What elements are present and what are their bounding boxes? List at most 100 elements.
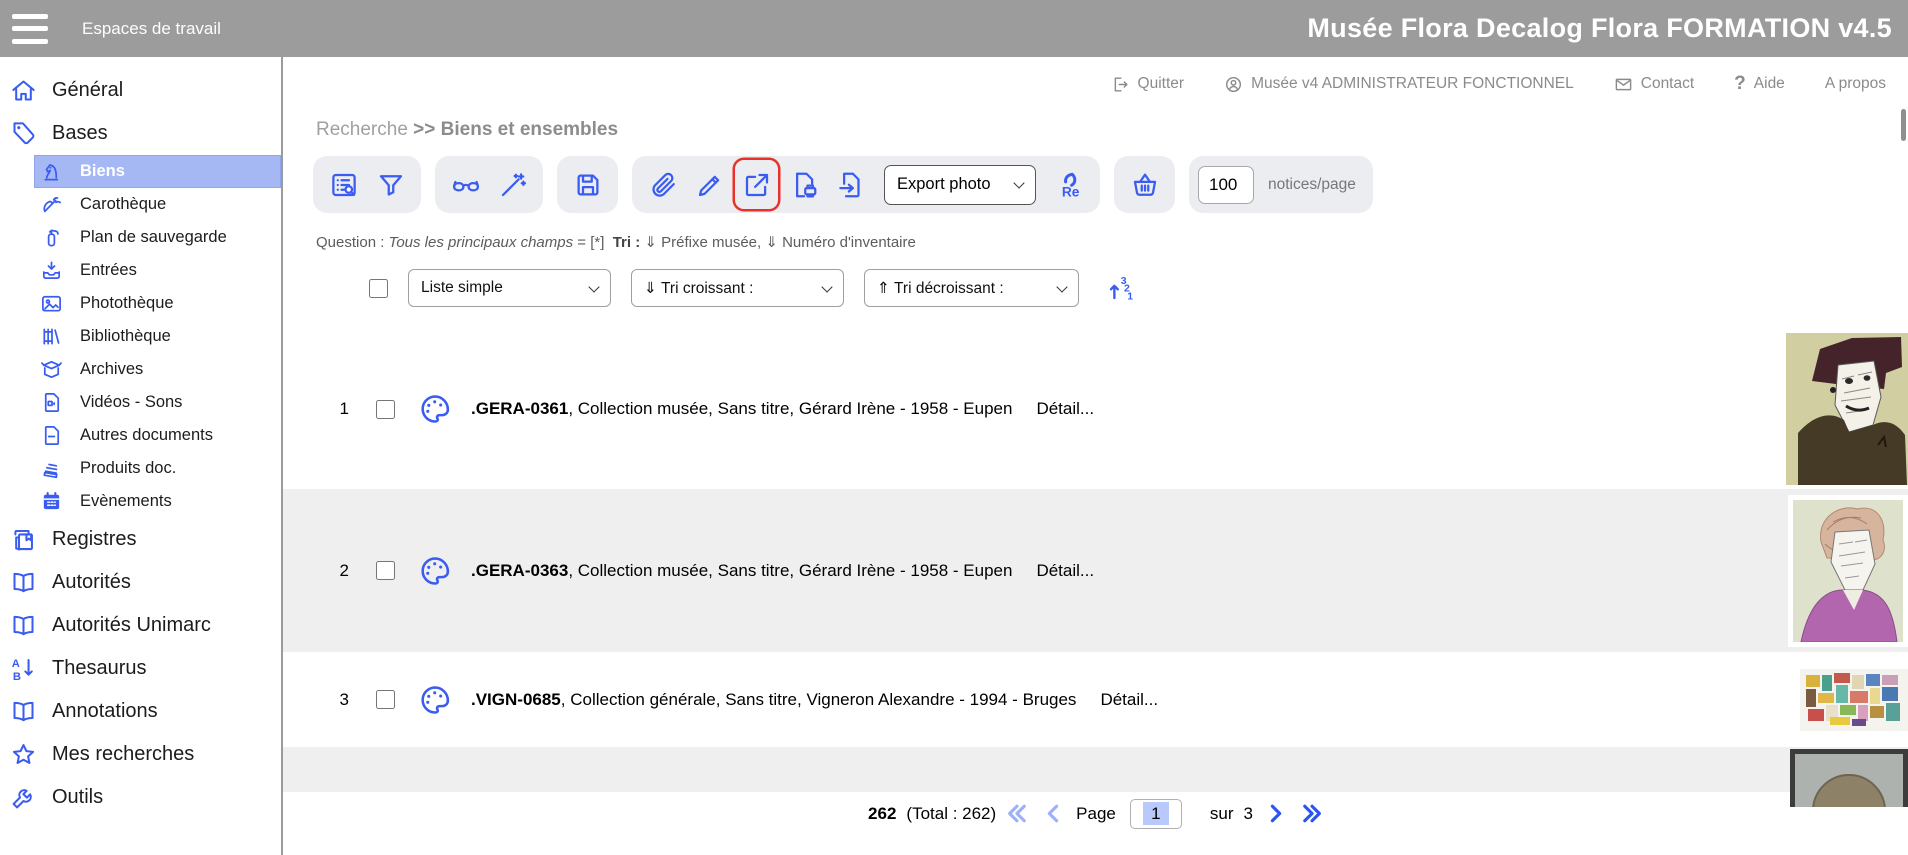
next-page-button[interactable]	[1263, 801, 1288, 826]
result-thumbnail[interactable]	[1790, 749, 1908, 807]
detail-link[interactable]: Détail...	[1036, 399, 1094, 419]
row-checkbox[interactable]	[376, 561, 395, 580]
print-file-button[interactable]	[782, 160, 825, 209]
result-thumbnail[interactable]	[1786, 333, 1908, 485]
query-expression: Tous les principaux champs	[389, 234, 574, 251]
palette-icon[interactable]	[418, 392, 452, 426]
row-number: 2	[333, 561, 349, 581]
wrench-icon	[10, 784, 37, 811]
row-checkbox[interactable]	[376, 690, 395, 709]
select-all-checkbox[interactable]	[369, 279, 388, 298]
last-page-button[interactable]	[1298, 801, 1323, 826]
sidebar-item-entrees[interactable]: Entrées	[0, 254, 281, 287]
notices-per-page-input[interactable]: 100	[1198, 166, 1254, 204]
filter-button[interactable]	[369, 160, 412, 209]
sidebar-item-outils[interactable]: Outils	[0, 776, 281, 819]
svg-text:A: A	[12, 658, 20, 670]
library-icon	[40, 325, 63, 348]
list-search-button[interactable]	[322, 160, 365, 209]
wizard-button[interactable]	[491, 160, 534, 209]
breadcrumb-page: Biens et ensembles	[441, 119, 618, 140]
filter-row: Liste simple ⇓ Tri croissant : ⇑ Tri déc…	[369, 269, 1908, 307]
quit-label: Quitter	[1138, 75, 1185, 93]
detail-link[interactable]: Détail...	[1100, 690, 1158, 710]
about-link[interactable]: A propos	[1825, 75, 1886, 93]
first-page-button[interactable]	[1006, 801, 1031, 826]
view-button[interactable]	[444, 160, 487, 209]
result-thumbnail[interactable]	[1800, 669, 1908, 731]
renumber-button[interactable]: Re	[1048, 160, 1091, 209]
sidebar-item-autres-documents[interactable]: Autres documents	[0, 419, 281, 452]
sidebar-item-plan-de-sauvegarde[interactable]: Plan de sauvegarde	[0, 221, 281, 254]
sort-numeric-button[interactable]: 3 2 1	[1105, 271, 1135, 305]
sidebar-item-autorites[interactable]: Autorités	[0, 561, 281, 604]
re-brush-icon: Re	[1055, 170, 1085, 200]
result-count: 262	[868, 804, 896, 824]
quit-link[interactable]: Quitter	[1111, 75, 1185, 94]
basket-button[interactable]	[1123, 160, 1166, 209]
page-input[interactable]: 1	[1130, 799, 1182, 829]
workspaces-label[interactable]: Espaces de travail	[82, 19, 221, 39]
attach-button[interactable]	[641, 160, 684, 209]
sidebar-item-label: Général	[52, 79, 123, 102]
sidebar-item-registres[interactable]: Registres	[0, 518, 281, 561]
sort-desc-select[interactable]: ⇑ Tri décroissant :	[864, 269, 1079, 307]
list-search-icon	[329, 170, 359, 200]
sidebar-item-evenements[interactable]: Evènements	[0, 485, 281, 518]
sort-asc-select[interactable]: ⇓ Tri croissant :	[631, 269, 844, 307]
contact-link[interactable]: Contact	[1614, 75, 1694, 94]
home-icon	[10, 77, 37, 104]
result-thumbnail[interactable]	[1788, 495, 1908, 647]
save-button[interactable]	[566, 160, 609, 209]
star-icon	[10, 741, 37, 768]
sidebar-item-thesaurus[interactable]: ABThesaurus	[0, 647, 281, 690]
sidebar-item-produits-doc[interactable]: Produits doc.	[0, 452, 281, 485]
row-ref: .GERA-0361	[471, 399, 568, 418]
export-photo-value: Export photo	[897, 175, 991, 194]
sidebar-item-label: Registres	[52, 528, 136, 551]
scrollbar-thumb[interactable]	[1901, 109, 1906, 141]
registers-icon	[10, 526, 37, 553]
open-external-button[interactable]	[735, 160, 778, 209]
row-checkbox[interactable]	[376, 400, 395, 419]
edit-button[interactable]	[688, 160, 731, 209]
sidebar-item-general[interactable]: Général	[0, 69, 281, 112]
sidebar-item-carotheque[interactable]: Carothèque	[0, 188, 281, 221]
list-mode-value: Liste simple	[421, 279, 503, 297]
sidebar-item-archives[interactable]: Archives	[0, 353, 281, 386]
chevron-down-icon	[1013, 177, 1024, 188]
sidebar-item-label: Autorités	[52, 571, 131, 594]
sidebar-item-bibliotheque[interactable]: Bibliothèque	[0, 320, 281, 353]
sidebar-item-mes-recherches[interactable]: Mes recherches	[0, 733, 281, 776]
envelope-icon	[1614, 75, 1633, 94]
query-equals: = [*]	[577, 234, 604, 251]
breadcrumb-section[interactable]: Recherche	[316, 119, 408, 140]
palette-icon[interactable]	[418, 683, 452, 717]
detail-link[interactable]: Détail...	[1036, 561, 1094, 581]
basket-icon	[1130, 170, 1160, 200]
palette-icon[interactable]	[418, 554, 452, 588]
sort-desc-value: ⇑ Tri décroissant :	[877, 279, 1004, 298]
app-window: Espaces de travail Musée Flora Decalog F…	[0, 0, 1908, 855]
sidebar-item-phototheque[interactable]: Photothèque	[0, 287, 281, 320]
prev-page-button[interactable]	[1041, 801, 1066, 826]
user-menu[interactable]: Musée v4 ADMINISTRATEUR FONCTIONNEL	[1224, 75, 1574, 94]
sidebar-item-label: Biens	[80, 162, 125, 181]
query-sort-label: Tri :	[613, 234, 641, 251]
list-mode-select[interactable]: Liste simple	[408, 269, 611, 307]
sidebar-item-biens[interactable]: Biens	[34, 155, 281, 188]
sidebar-item-annotations[interactable]: Annotations	[0, 690, 281, 733]
sidebar-item-bases[interactable]: Bases	[0, 112, 281, 155]
sidebar-item-label: Outils	[52, 786, 103, 809]
page-of-label: sur	[1210, 804, 1234, 824]
export-photo-select[interactable]: Export photo	[884, 165, 1036, 205]
row-text: .GERA-0363, Collection musée, Sans titre…	[471, 561, 1012, 581]
sidebar-item-videos-sons[interactable]: Vidéos - Sons	[0, 386, 281, 419]
pagination-bar: 262 (Total : 262) Page 1 sur 3	[283, 792, 1908, 835]
sidebar-item-autorites-unimarc[interactable]: Autorités Unimarc	[0, 604, 281, 647]
table-row	[283, 747, 1908, 792]
tag-icon	[10, 120, 37, 147]
help-link[interactable]: ? Aide	[1734, 73, 1785, 95]
export-file-button[interactable]	[829, 160, 872, 209]
hamburger-menu-icon[interactable]	[12, 14, 48, 44]
